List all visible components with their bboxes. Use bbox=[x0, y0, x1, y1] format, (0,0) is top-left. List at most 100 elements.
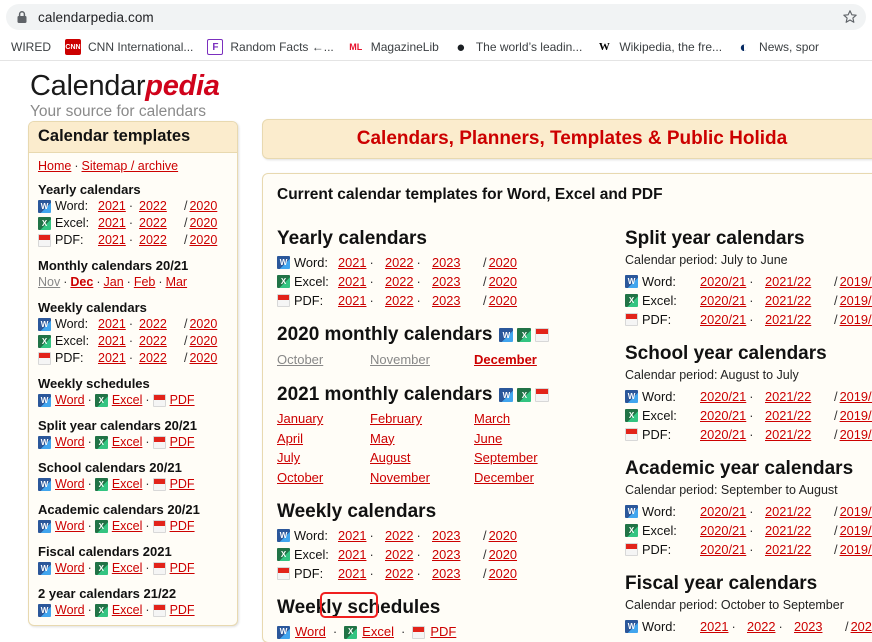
weekly-schedule-link-pdf[interactable]: PDF bbox=[430, 622, 456, 642]
sidebar-link-pdf[interactable]: PDF bbox=[170, 392, 195, 409]
sidebar-link-sitemap[interactable]: Sitemap / archive bbox=[82, 159, 179, 173]
sidebar-year-link-2020[interactable]: 2020 bbox=[189, 215, 217, 232]
year-link-2022[interactable]: 2022 bbox=[385, 528, 413, 543]
year-link-2021[interactable]: 2021 bbox=[338, 566, 366, 581]
year-link-2022[interactable]: 2022 bbox=[747, 619, 775, 634]
year-link-2020[interactable]: 2020 bbox=[489, 545, 517, 564]
year-link-2019-20[interactable]: 2019/20 bbox=[840, 272, 872, 291]
year-link-2019-20[interactable]: 2019/20 bbox=[840, 521, 872, 540]
year-link-2021-22[interactable]: 2021/22 bbox=[765, 427, 811, 442]
month-link-may[interactable]: May bbox=[370, 431, 395, 446]
year-link-2020[interactable]: 2020 bbox=[851, 617, 872, 636]
sidebar-link-word[interactable]: Word bbox=[55, 560, 85, 577]
month-link-december[interactable]: December bbox=[474, 352, 537, 367]
bookmark-item[interactable]: ● The world’s leadin... bbox=[446, 36, 590, 58]
sidebar-year-link-2020[interactable]: 2020 bbox=[189, 198, 217, 215]
weekly-schedule-link-excel[interactable]: Excel bbox=[362, 622, 394, 642]
month-link-november[interactable]: November bbox=[370, 470, 430, 485]
address-bar[interactable]: calendarpedia.com bbox=[6, 4, 866, 30]
year-link-2021[interactable]: 2021 bbox=[338, 274, 366, 289]
month-link-august[interactable]: August bbox=[370, 450, 410, 465]
year-link-2020-21[interactable]: 2020/21 bbox=[700, 542, 746, 557]
sidebar-year-link-2020[interactable]: 2020 bbox=[189, 316, 217, 333]
month-link-july[interactable]: July bbox=[277, 450, 300, 465]
sidebar-link-word[interactable]: Word bbox=[55, 434, 85, 451]
year-link-2021[interactable]: 2021 bbox=[700, 619, 728, 634]
sidebar-year-link-2022[interactable]: 2022 bbox=[139, 216, 167, 230]
year-link-2019-20[interactable]: 2019/20 bbox=[840, 425, 872, 444]
year-link-2021[interactable]: 2021 bbox=[338, 255, 366, 270]
sidebar-link-pdf[interactable]: PDF bbox=[170, 518, 195, 535]
sidebar-link-pdf[interactable]: PDF bbox=[170, 560, 195, 577]
sidebar-year-link-2021[interactable]: 2021 bbox=[98, 317, 126, 331]
year-link-2020-21[interactable]: 2020/21 bbox=[700, 408, 746, 423]
year-link-2022[interactable]: 2022 bbox=[385, 274, 413, 289]
sidebar-link-word[interactable]: Word bbox=[55, 476, 85, 493]
year-link-2023[interactable]: 2023 bbox=[432, 255, 460, 270]
sidebar-year-link-2022[interactable]: 2022 bbox=[139, 351, 167, 365]
year-link-2020-21[interactable]: 2020/21 bbox=[700, 389, 746, 404]
bookmark-star-icon[interactable] bbox=[840, 7, 860, 27]
sidebar-year-link-2022[interactable]: 2022 bbox=[139, 199, 167, 213]
sidebar-link-word[interactable]: Word bbox=[55, 392, 85, 409]
sidebar-year-link-2021[interactable]: 2021 bbox=[98, 334, 126, 348]
year-link-2019-20[interactable]: 2019/20 bbox=[840, 387, 872, 406]
year-link-2020-21[interactable]: 2020/21 bbox=[700, 274, 746, 289]
year-link-2020[interactable]: 2020 bbox=[489, 272, 517, 291]
sidebar-link-word[interactable]: Word bbox=[55, 518, 85, 535]
sidebar-link-excel[interactable]: Excel bbox=[112, 518, 143, 535]
bookmark-item[interactable]: ◐ News, spor bbox=[729, 36, 826, 58]
sidebar-month-link-nov[interactable]: Nov bbox=[38, 274, 60, 291]
sidebar-year-link-2020[interactable]: 2020 bbox=[189, 232, 217, 249]
year-link-2022[interactable]: 2022 bbox=[385, 547, 413, 562]
year-link-2021-22[interactable]: 2021/22 bbox=[765, 523, 811, 538]
year-link-2023[interactable]: 2023 bbox=[432, 274, 460, 289]
sidebar-link-excel[interactable]: Excel bbox=[112, 434, 143, 451]
year-link-2020-21[interactable]: 2020/21 bbox=[700, 523, 746, 538]
bookmark-item[interactable]: ML MagazineLib bbox=[341, 36, 446, 58]
year-link-2019-20[interactable]: 2019/20 bbox=[840, 540, 872, 559]
month-link-june[interactable]: June bbox=[474, 431, 502, 446]
sidebar-link-excel[interactable]: Excel bbox=[112, 476, 143, 493]
year-link-2020-21[interactable]: 2020/21 bbox=[700, 427, 746, 442]
year-link-2021-22[interactable]: 2021/22 bbox=[765, 274, 811, 289]
year-link-2023[interactable]: 2023 bbox=[432, 528, 460, 543]
month-link-april[interactable]: April bbox=[277, 431, 303, 446]
year-link-2021-22[interactable]: 2021/22 bbox=[765, 312, 811, 327]
sidebar-year-link-2022[interactable]: 2022 bbox=[139, 233, 167, 247]
year-link-2020[interactable]: 2020 bbox=[489, 291, 517, 310]
month-link-november[interactable]: November bbox=[370, 352, 430, 367]
sidebar-year-link-2021[interactable]: 2021 bbox=[98, 351, 126, 365]
sidebar-month-link-mar[interactable]: Mar bbox=[166, 274, 188, 291]
year-link-2022[interactable]: 2022 bbox=[385, 255, 413, 270]
year-link-2020-21[interactable]: 2020/21 bbox=[700, 504, 746, 519]
sidebar-year-link-2022[interactable]: 2022 bbox=[139, 334, 167, 348]
sidebar-year-link-2020[interactable]: 2020 bbox=[189, 333, 217, 350]
sidebar-link-pdf[interactable]: PDF bbox=[170, 602, 195, 619]
sidebar-month-link-jan[interactable]: Jan bbox=[104, 274, 124, 291]
year-link-2020[interactable]: 2020 bbox=[489, 253, 517, 272]
year-link-2021-22[interactable]: 2021/22 bbox=[765, 293, 811, 308]
month-link-december[interactable]: December bbox=[474, 470, 534, 485]
year-link-2022[interactable]: 2022 bbox=[385, 566, 413, 581]
year-link-2020[interactable]: 2020 bbox=[489, 564, 517, 583]
year-link-2023[interactable]: 2023 bbox=[432, 293, 460, 308]
year-link-2021[interactable]: 2021 bbox=[338, 528, 366, 543]
year-link-2023[interactable]: 2023 bbox=[432, 547, 460, 562]
sidebar-month-link-dec[interactable]: Dec bbox=[70, 274, 93, 291]
month-link-january[interactable]: January bbox=[277, 411, 323, 426]
year-link-2019-20[interactable]: 2019/20 bbox=[840, 406, 872, 425]
year-link-2019-20[interactable]: 2019/20 bbox=[840, 310, 872, 329]
year-link-2021-22[interactable]: 2021/22 bbox=[765, 408, 811, 423]
month-link-october[interactable]: October bbox=[277, 470, 323, 485]
sidebar-link-home[interactable]: Home bbox=[38, 159, 71, 173]
sidebar-month-link-feb[interactable]: Feb bbox=[134, 274, 156, 291]
sidebar-link-word[interactable]: Word bbox=[55, 602, 85, 619]
year-link-2021-22[interactable]: 2021/22 bbox=[765, 389, 811, 404]
year-link-2019-20[interactable]: 2019/20 bbox=[840, 291, 872, 310]
sidebar-year-link-2020[interactable]: 2020 bbox=[189, 350, 217, 367]
bookmark-item[interactable]: CNN CNN International... bbox=[58, 36, 200, 58]
sidebar-year-link-2021[interactable]: 2021 bbox=[98, 199, 126, 213]
sidebar-year-link-2021[interactable]: 2021 bbox=[98, 233, 126, 247]
month-link-october[interactable]: October bbox=[277, 352, 323, 367]
